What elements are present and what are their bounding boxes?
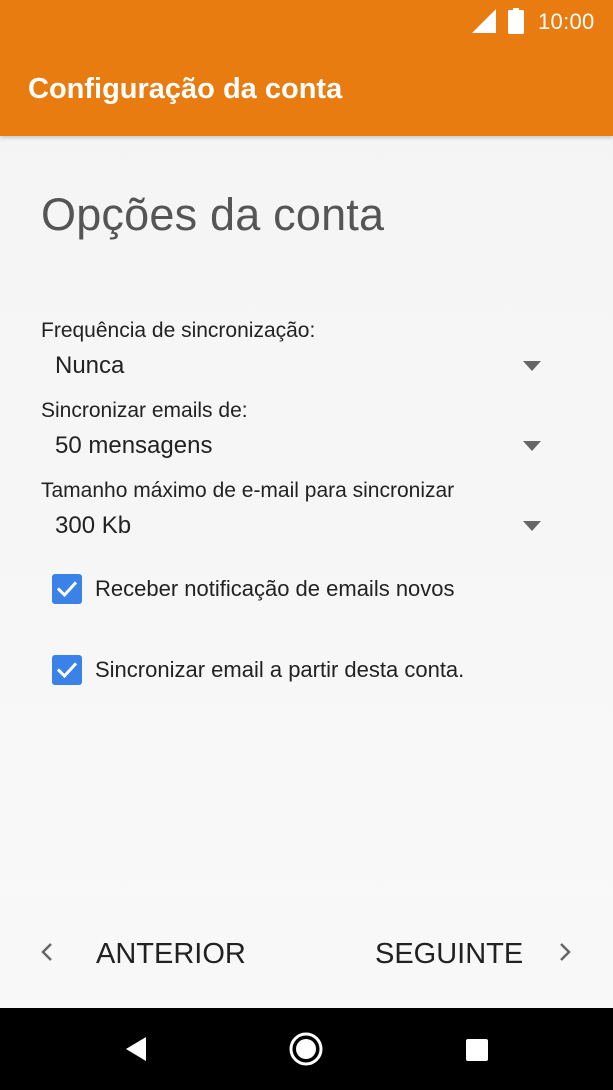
sync-account-email-checkbox[interactable]: [52, 655, 82, 685]
app-bar-title: Configuração da conta: [28, 73, 343, 105]
system-navigation-bar: [0, 1008, 613, 1090]
signal-icon: [472, 9, 496, 33]
new-email-notification-checkbox[interactable]: [52, 574, 82, 604]
account-options-content: Opções da conta Frequência de sincroniza…: [0, 136, 613, 896]
new-email-notification-label: Receber notificação de emails novos: [95, 576, 455, 601]
new-email-notification-row[interactable]: Receber notificação de emails novos: [52, 572, 562, 606]
dropdown-arrow-icon: [523, 521, 541, 531]
recents-icon[interactable]: [466, 1039, 488, 1061]
next-button[interactable]: SEGUINTE: [360, 926, 590, 978]
checkmark-icon: [56, 581, 78, 598]
sync-frequency-spinner[interactable]: Nunca: [41, 347, 551, 387]
page-title: Opções da conta: [41, 189, 385, 240]
wizard-navigation-bar: ANTERIOR SEGUINTE: [0, 896, 613, 1008]
sync-emails-from-spinner[interactable]: 50 mensagens: [41, 427, 551, 467]
max-email-size-spinner[interactable]: 300 Kb: [41, 507, 551, 547]
status-time: 10:00: [538, 9, 595, 34]
screen: 10:00 Configuração da conta Opções da co…: [0, 0, 613, 1090]
chevron-left-icon: [41, 943, 52, 961]
home-icon[interactable]: [288, 1031, 324, 1067]
dropdown-arrow-icon: [523, 361, 541, 371]
max-email-size-value: 300 Kb: [55, 512, 132, 539]
next-button-label: SEGUINTE: [375, 938, 524, 970]
battery-icon: [508, 8, 524, 34]
back-icon[interactable]: [124, 1035, 148, 1063]
checkmark-icon: [56, 662, 78, 679]
status-bar: 10:00: [0, 0, 613, 44]
app-bar: 10:00 Configuração da conta: [0, 0, 613, 136]
sync-account-email-label: Sincronizar email a partir desta conta.: [95, 657, 465, 682]
max-email-size-label: Tamanho máximo de e-mail para sincroniza…: [41, 479, 455, 502]
sync-emails-from-value: 50 mensagens: [55, 432, 213, 459]
dropdown-arrow-icon: [523, 441, 541, 451]
sync-account-email-row[interactable]: Sincronizar email a partir desta conta.: [52, 653, 562, 687]
chevron-right-icon: [560, 943, 571, 961]
sync-frequency-value: Nunca: [55, 352, 125, 379]
sync-emails-from-label: Sincronizar emails de:: [41, 399, 248, 422]
previous-button-label: ANTERIOR: [96, 938, 246, 970]
previous-button[interactable]: ANTERIOR: [28, 926, 268, 978]
sync-frequency-label: Frequência de sincronização:: [41, 319, 316, 342]
